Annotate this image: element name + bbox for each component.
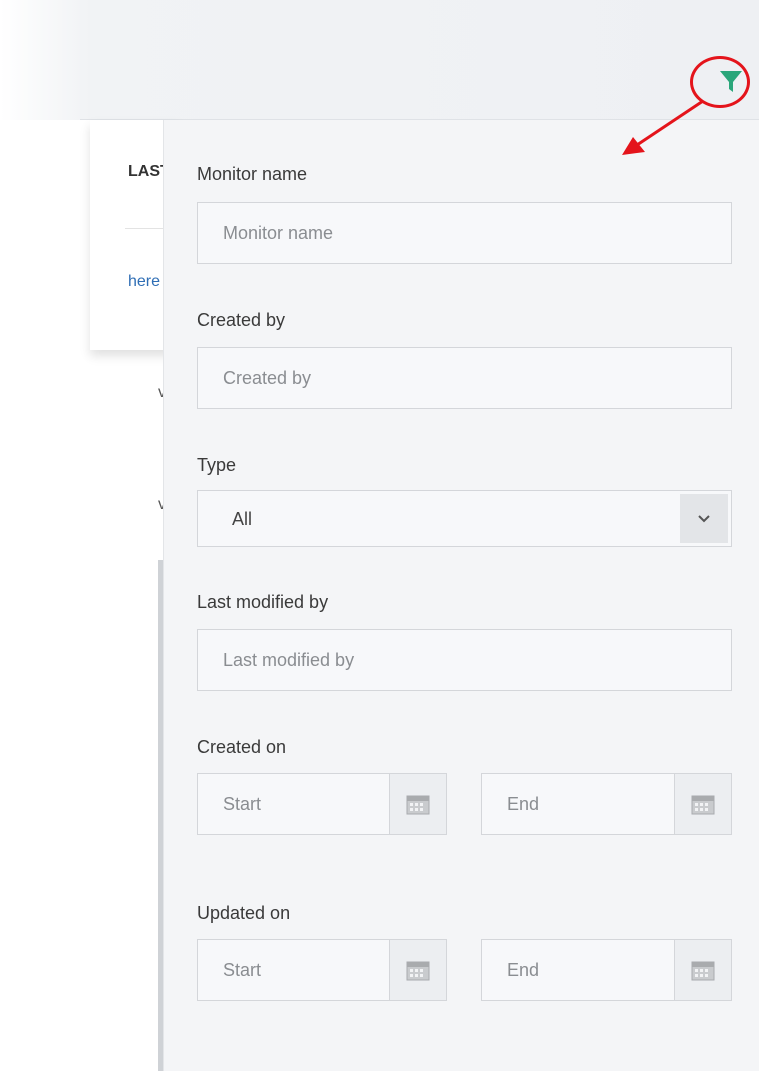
last-modified-by-input[interactable] (197, 629, 732, 691)
monitor-name-input[interactable] (197, 202, 732, 264)
type-label: Type (197, 455, 237, 475)
created-on-start-calendar-button[interactable] (390, 773, 447, 835)
annotation-arrow (622, 99, 704, 155)
created-on-label: Created on (197, 737, 287, 757)
created-by-label: Created by (197, 310, 286, 330)
created-on-start-input[interactable] (197, 773, 390, 835)
updated-on-end-calendar-button[interactable] (675, 939, 732, 1001)
updated-on-label: Updated on (197, 903, 291, 923)
updated-on-end-input[interactable] (481, 939, 675, 1001)
calendar-icon (691, 795, 715, 815)
created-on-end-calendar-button[interactable] (675, 773, 732, 835)
last-modified-by-label: Last modified by (197, 592, 329, 612)
background-column-header: LAST (128, 163, 165, 180)
type-selected-value: All (232, 509, 253, 529)
type-select[interactable]: All (197, 490, 732, 547)
created-on-end-input[interactable] (481, 773, 675, 835)
background-link[interactable]: here (128, 273, 165, 291)
updated-on-start-calendar-button[interactable] (390, 939, 447, 1001)
calendar-icon (406, 961, 430, 981)
calendar-icon (406, 795, 430, 815)
updated-on-start-input[interactable] (197, 939, 390, 1001)
created-by-input[interactable] (197, 347, 732, 409)
monitor-name-label: Monitor name (197, 164, 308, 184)
calendar-icon (691, 961, 715, 981)
chevron-down-icon[interactable] (680, 494, 728, 543)
